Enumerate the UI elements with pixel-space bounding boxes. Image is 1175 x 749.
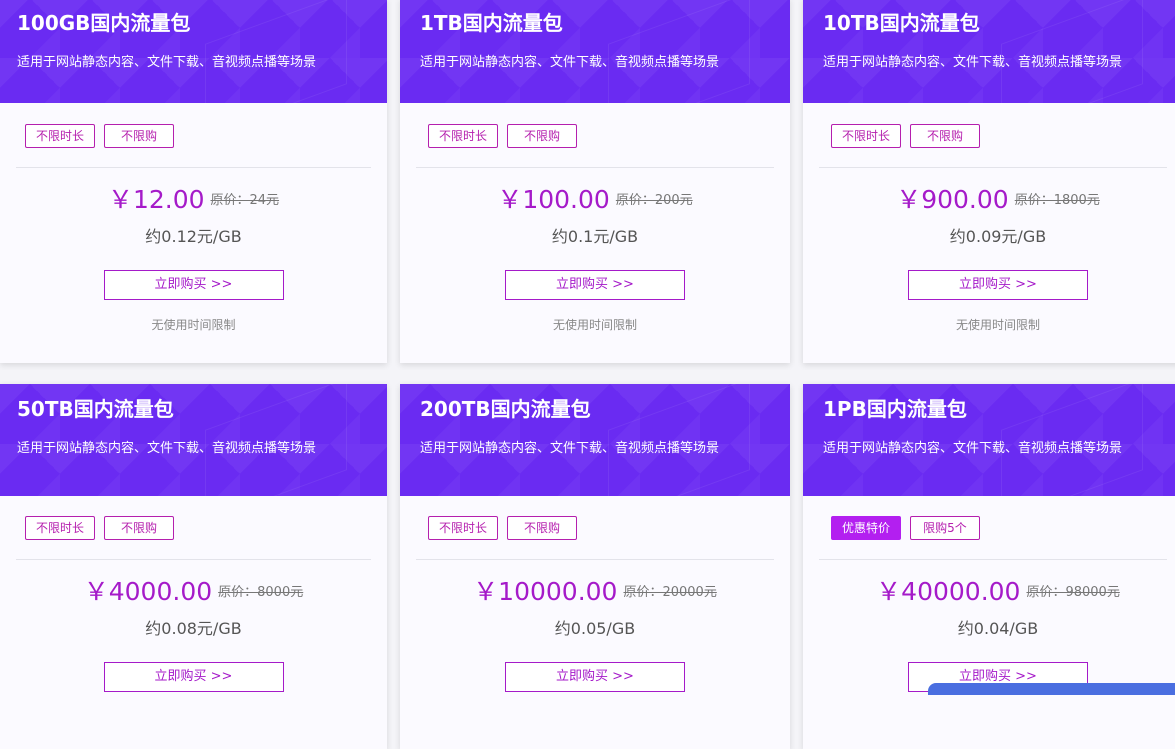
buy-now-button[interactable]: 立即购买 >>: [505, 270, 685, 300]
divider: [819, 167, 1167, 168]
buy-now-button[interactable]: 立即购买 >>: [103, 270, 284, 300]
original-price: 原价：200元: [615, 192, 693, 208]
price: ￥4000.00: [83, 577, 213, 606]
tag-unlimited-purchase: 不限购: [910, 124, 980, 148]
tag-unlimited-duration: 不限时长: [428, 124, 498, 148]
tag-unlimited-purchase: 不限购: [507, 516, 577, 540]
unit-price: 约0.04/GB: [957, 619, 1039, 638]
tag-unlimited-duration: 不限时长: [25, 124, 95, 148]
price-row: ￥12.00 原价：24元: [0, 180, 387, 216]
package-card: 100GB国内流量包 适用于网站静态内容、文件下载、音视频点播等场景 不限时长不…: [0, 0, 387, 363]
original-price: 原价：8000元: [218, 584, 304, 600]
tag-group: 不限时长 不限购: [25, 516, 183, 540]
price: ￥12.00: [107, 185, 205, 214]
original-price: 原价：98000元: [1026, 584, 1120, 600]
package-title: 1TB国内流量包: [420, 11, 563, 35]
tag-group: 不限时长 不限购: [831, 124, 989, 148]
card-header: 1TB国内流量包 适用于网站静态内容、文件下载、音视频点播等场景: [400, 0, 790, 103]
unit-price: 约0.05/GB: [554, 619, 636, 638]
package-card: 200TB国内流量包 适用于网站静态内容、文件下载、音视频点播等场景 不限时长不…: [400, 384, 790, 749]
card-header: 100GB国内流量包 适用于网站静态内容、文件下载、音视频点播等场景: [0, 0, 387, 103]
divider: [819, 559, 1167, 560]
divider: [16, 559, 371, 560]
divider: [416, 167, 774, 168]
floating-chat-tab[interactable]: [928, 683, 1175, 695]
package-card: 50TB国内流量包 适用于网站静态内容、文件下载、音视频点播等场景 不限时长 不限…: [0, 384, 387, 749]
price: ￥10000.00: [473, 577, 618, 606]
price: ￥40000.00: [876, 577, 1021, 606]
package-title: 200TB国内流量包: [420, 397, 591, 421]
package-title: 100GB国内流量包: [17, 11, 191, 35]
package-description: 适用于网站静态内容、文件下载、音视频点播等场景: [823, 55, 1123, 70]
package-description: 适用于网站静态内容、文件下载、音视频点播等场景: [420, 55, 720, 70]
price-row: ￥900.00 原价：1800元: [803, 180, 1175, 216]
price-row: ￥10000.00 原价：20000元: [400, 572, 790, 608]
package-card: 1TB国内流量包 适用于网站静态内容、文件下载、音视频点播等场景 不限时长 不限购…: [400, 0, 790, 363]
tag-unlimited-purchase: 不限购: [507, 124, 577, 148]
usage-note: 无使用时间限制: [552, 318, 637, 332]
tag-group: 不限时长 不限购: [25, 124, 183, 148]
price-row: ￥4000.00 原价：8000元: [0, 572, 387, 608]
usage-note: 无使用时间限制: [955, 318, 1040, 332]
tag-group: 不限时长 不限购: [428, 124, 586, 148]
tag-unlimited-purchase: 不限购: [104, 124, 174, 148]
package-card: 10TB国内流量包 适用于网站静态内容、文件下载、音视频点播等场景 不限时长 不限…: [803, 0, 1175, 363]
tag-purchase-limit: 限购5个: [910, 516, 980, 540]
price-row: ￥100.00 原价：200元: [400, 180, 790, 216]
tag-group: 不限时长 不限购: [428, 516, 586, 540]
card-header: 1PB国内流量包 适用于网站静态内容、文件下载、音视频点播等场景: [803, 384, 1175, 496]
divider: [416, 559, 774, 560]
package-description: 适用于网站静态内容、文件下载、音视频点播等场景: [17, 55, 317, 70]
tag-unlimited-duration: 不限时长: [25, 516, 95, 540]
buy-now-button[interactable]: 立即购买 >>: [908, 270, 1088, 300]
original-price: 原价：24元: [210, 192, 280, 208]
tag-special-offer: 优惠特价: [831, 516, 901, 540]
usage-note: 无使用时间限制: [151, 318, 236, 332]
unit-price: 约0.08元/GB: [145, 619, 242, 638]
price: ￥100.00: [497, 185, 610, 214]
divider: [16, 167, 371, 168]
package-title: 1PB国内流量包: [823, 397, 967, 421]
original-price: 原价：20000元: [623, 584, 717, 600]
unit-price: 约0.1元/GB: [551, 227, 639, 246]
tag-unlimited-purchase: 不限购: [104, 516, 174, 540]
card-header: 10TB国内流量包 适用于网站静态内容、文件下载、音视频点播等场景: [803, 0, 1175, 103]
tag-unlimited-duration: 不限时长: [831, 124, 901, 148]
card-header: 200TB国内流量包 适用于网站静态内容、文件下载、音视频点播等场景: [400, 384, 790, 496]
price-row: ￥40000.00 原价：98000元: [803, 572, 1175, 608]
card-header: 50TB国内流量包 适用于网站静态内容、文件下载、音视频点播等场景: [0, 384, 387, 496]
unit-price: 约0.09元/GB: [949, 227, 1047, 246]
package-description: 适用于网站静态内容、文件下载、音视频点播等场景: [420, 441, 720, 456]
tag-unlimited-duration: 不限时长: [428, 516, 498, 540]
package-title: 50TB国内流量包: [17, 397, 174, 421]
package-description: 适用于网站静态内容、文件下载、音视频点播等场景: [17, 441, 317, 456]
package-description: 适用于网站静态内容、文件下载、音视频点播等场景: [823, 441, 1123, 456]
original-price: 原价：1800元: [1014, 192, 1100, 208]
tag-group: 优惠特价 限购5个: [831, 516, 989, 540]
price: ￥900.00: [896, 185, 1009, 214]
unit-price: 约0.12元/GB: [145, 227, 242, 246]
package-title: 10TB国内流量包: [823, 11, 980, 35]
